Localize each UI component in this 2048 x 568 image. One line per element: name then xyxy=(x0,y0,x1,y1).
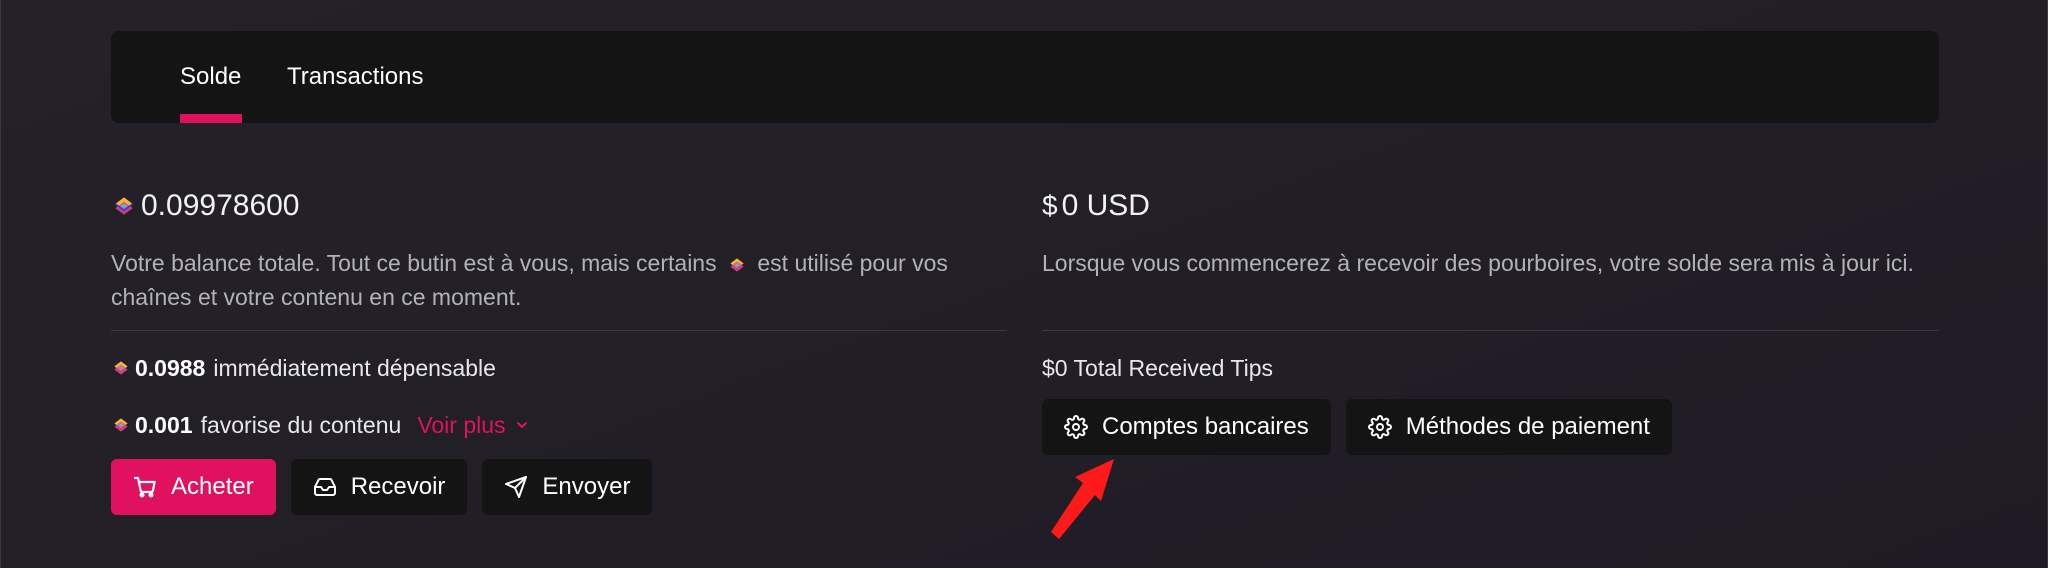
support-label: favorise du contenu xyxy=(200,411,402,438)
spendable-row: 0.0988 immédiatement dépensable xyxy=(111,348,1007,388)
tips-section: $ 0 USD Lorsque vous commencerez à recev… xyxy=(1042,180,1939,455)
support-value: 0.001 xyxy=(135,411,193,438)
receive-button[interactable]: Recevoir xyxy=(290,459,468,515)
tips-headline: $ 0 USD xyxy=(1042,180,1939,232)
send-button[interactable]: Envoyer xyxy=(482,459,653,515)
lbc-credits-icon xyxy=(730,258,744,272)
payment-methods-button[interactable]: Méthodes de paiement xyxy=(1345,399,1672,455)
divider xyxy=(1042,330,1939,331)
lbc-credits-icon xyxy=(114,418,128,432)
annotation-arrow-icon xyxy=(1051,459,1114,539)
tab-solde[interactable]: Solde xyxy=(180,31,241,123)
buy-button[interactable]: Acheter xyxy=(111,459,276,515)
dollar-icon: $ xyxy=(1042,190,1058,221)
cart-icon xyxy=(133,476,156,498)
tips-description: Lorsque vous commencerez à recevoir des … xyxy=(1042,250,1914,276)
tab-bar: Solde Transactions xyxy=(111,31,1939,123)
balance-amount: 0.09978600 xyxy=(141,189,300,222)
spendable-value: 0.0988 xyxy=(135,354,206,381)
tips-amount: 0 USD xyxy=(1061,189,1150,222)
spendable-label: immédiatement dépensable xyxy=(213,354,496,381)
total-tips-label: $0 Total Received Tips xyxy=(1042,354,1273,381)
balance-section: 0.09978600 Votre balance totale. Tout ce… xyxy=(111,180,1007,515)
wallet-actions: Acheter Recevoir Envoyer xyxy=(111,459,1007,515)
lbc-credits-icon xyxy=(114,197,134,215)
balance-description: Votre balance totale. Tout ce butin est … xyxy=(111,250,948,310)
total-tips-row: $0 Total Received Tips xyxy=(1042,348,1939,388)
tab-transactions[interactable]: Transactions xyxy=(287,31,424,123)
inbox-icon xyxy=(313,478,336,496)
gear-icon xyxy=(1367,415,1392,439)
tips-actions: Comptes bancaires Méthodes de paiement xyxy=(1042,399,1939,455)
active-tab-indicator xyxy=(180,114,242,123)
divider xyxy=(111,330,1007,331)
support-row: 0.001 favorise du contenu Voir plus xyxy=(111,405,1007,445)
balance-headline: 0.09978600 xyxy=(111,180,1007,232)
see-more-link[interactable]: Voir plus xyxy=(417,412,529,439)
chevron-down-icon xyxy=(516,422,527,428)
send-icon xyxy=(505,476,528,498)
lbc-credits-icon xyxy=(114,361,128,375)
gear-icon xyxy=(1064,415,1088,439)
bank-accounts-button[interactable]: Comptes bancaires xyxy=(1042,399,1331,455)
